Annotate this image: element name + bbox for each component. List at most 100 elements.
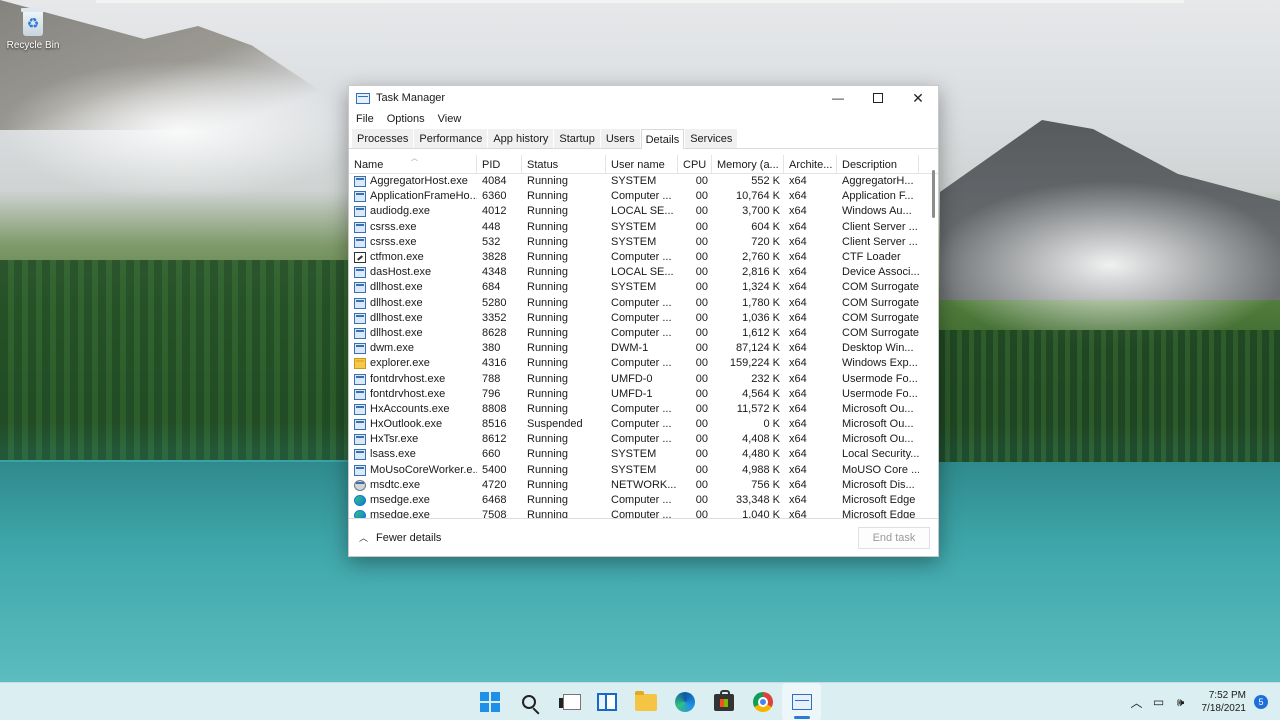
process-pid: 4348: [482, 266, 507, 279]
fewer-details-button[interactable]: ︿ Fewer details: [359, 531, 441, 544]
process-architecture: x64: [789, 190, 807, 203]
table-row[interactable]: dwm.exe 380 Running DWM-1 00 87,124 K x64 Deskt…: [349, 341, 938, 356]
process-pid: 6360: [482, 190, 507, 203]
process-name-cell: audiodg.exe: [349, 204, 477, 219]
title-bar[interactable]: Task Manager — ✕: [349, 86, 938, 110]
app-window-icon: [354, 221, 366, 233]
process-pid: 8612: [482, 433, 507, 446]
clock[interactable]: 7:52 PM 7/18/2021: [1202, 689, 1247, 715]
column-header-memory[interactable]: Memory (a...: [712, 155, 784, 174]
window-title: Task Manager: [376, 92, 446, 104]
show-hidden-icons-chevron-icon[interactable]: ︿: [1126, 694, 1148, 711]
tab-performance[interactable]: Performance: [414, 129, 488, 148]
process-name: lsass.exe: [370, 448, 416, 461]
table-row[interactable]: lsass.exe 660 Running SYSTEM 00 4,480 K x64 Loc…: [349, 447, 938, 462]
app-window-icon: [354, 206, 366, 218]
table-row[interactable]: dllhost.exe 3352 Running Computer ... 00 1,03…: [349, 311, 938, 326]
table-row[interactable]: ctfmon.exe 3828 Running Computer ... 00 2,760…: [349, 250, 938, 265]
network-icon[interactable]: ▭: [1148, 695, 1170, 709]
store-button[interactable]: [704, 683, 743, 720]
volume-icon[interactable]: 🕪: [1170, 695, 1192, 710]
maximize-icon: [873, 93, 883, 103]
task-manager-taskbar-button[interactable]: [782, 683, 821, 720]
column-header-description[interactable]: Description: [837, 155, 919, 174]
process-architecture: x64: [789, 235, 807, 248]
table-row[interactable]: audiodg.exe 4012 Running LOCAL SE... 00 3,700…: [349, 204, 938, 219]
process-cpu: 00: [695, 311, 708, 324]
tab-services[interactable]: Services: [685, 129, 738, 148]
process-status: Running: [527, 205, 568, 218]
notification-badge[interactable]: 5: [1254, 695, 1268, 709]
recycle-bin-shortcut[interactable]: ♻ Recycle Bin: [4, 6, 62, 51]
process-user: Computer ...: [611, 357, 672, 370]
process-pid: 3828: [482, 251, 507, 264]
tab-users[interactable]: Users: [600, 129, 640, 148]
table-row[interactable]: HxTsr.exe 8612 Running Computer ... 00 4,408 …: [349, 432, 938, 447]
table-row[interactable]: csrss.exe 448 Running SYSTEM 00 604 K x64 Clien…: [349, 220, 938, 235]
search-button[interactable]: [509, 683, 548, 720]
process-cpu: 00: [695, 494, 708, 507]
process-status: Suspended: [527, 418, 583, 431]
close-button[interactable]: ✕: [898, 86, 938, 110]
table-row[interactable]: MoUsoCoreWorker.e... 5400 Running SYSTEM 00 4…: [349, 463, 938, 478]
column-header-status[interactable]: Status: [522, 155, 606, 174]
chrome-button[interactable]: [743, 683, 782, 720]
widgets-button[interactable]: [587, 683, 626, 720]
wallpaper-fog: [0, 60, 360, 200]
column-header-architecture[interactable]: Archite...: [784, 155, 837, 174]
table-row[interactable]: AggregatorHost.exe 4084 Running SYSTEM 00 552…: [349, 174, 938, 189]
process-description: COM Surrogate: [842, 281, 919, 294]
process-cpu: 00: [695, 205, 708, 218]
process-name: ctfmon.exe: [370, 251, 424, 264]
table-row[interactable]: HxAccounts.exe 8808 Running Computer ... 00 1…: [349, 402, 938, 417]
process-status: Running: [527, 311, 568, 324]
menu-view[interactable]: View: [438, 113, 462, 125]
process-user: Computer ...: [611, 494, 672, 507]
menu-bar: File Options View: [349, 110, 938, 127]
table-row[interactable]: dllhost.exe 5280 Running Computer ... 00 1,78…: [349, 296, 938, 311]
process-architecture: x64: [789, 266, 807, 279]
column-header-pid[interactable]: PID: [477, 155, 522, 174]
table-row[interactable]: fontdrvhost.exe 796 Running UMFD-1 00 4,564 K…: [349, 387, 938, 402]
table-row[interactable]: msedge.exe 7508 Running Computer ... 00 1,040…: [349, 508, 938, 518]
table-row[interactable]: dasHost.exe 4348 Running LOCAL SE... 00 2,816…: [349, 265, 938, 280]
process-name-cell: dllhost.exe: [349, 326, 477, 341]
edge-button[interactable]: [665, 683, 704, 720]
minimize-button[interactable]: —: [818, 86, 858, 110]
tab-processes[interactable]: Processes: [352, 129, 414, 148]
process-pid: 660: [482, 448, 501, 461]
vertical-scrollbar[interactable]: [929, 166, 938, 518]
column-header-user-name[interactable]: User name: [606, 155, 678, 174]
menu-options[interactable]: Options: [387, 113, 425, 125]
tab-app-history[interactable]: App history: [488, 129, 554, 148]
table-row[interactable]: HxOutlook.exe 8516 Suspended Computer ... 00…: [349, 417, 938, 432]
end-task-button[interactable]: End task: [858, 527, 930, 549]
tab-details[interactable]: Details: [640, 129, 685, 149]
process-architecture: x64: [789, 509, 807, 518]
table-row[interactable]: explorer.exe 4316 Running Computer ... 00 159…: [349, 356, 938, 371]
table-row[interactable]: dllhost.exe 684 Running SYSTEM 00 1,324 K x64 C…: [349, 280, 938, 295]
table-row[interactable]: msdtc.exe 4720 Running NETWORK... 00 756 K x64…: [349, 478, 938, 493]
process-memory: 11,572 K: [736, 402, 780, 415]
start-button[interactable]: [470, 683, 509, 720]
file-explorer-icon: [634, 690, 657, 711]
scrollbar-thumb[interactable]: [932, 170, 935, 218]
table-row[interactable]: fontdrvhost.exe 788 Running UMFD-0 00 232 K x6…: [349, 371, 938, 386]
file-explorer-button[interactable]: [626, 683, 665, 720]
task-view-button[interactable]: [548, 683, 587, 720]
chrome-icon: [752, 692, 773, 712]
system-tray: ︿ ▭ 🕪 7:52 PM 7/18/2021 5: [1126, 683, 1280, 720]
table-row[interactable]: dllhost.exe 8628 Running Computer ... 00 1,61…: [349, 326, 938, 341]
process-name: dllhost.exe: [370, 281, 423, 294]
edge-icon: [354, 510, 366, 518]
process-name-cell: dllhost.exe: [349, 296, 477, 311]
table-row[interactable]: msedge.exe 6468 Running Computer ... 00 33,34…: [349, 493, 938, 508]
maximize-button[interactable]: [858, 86, 898, 110]
process-cpu: 00: [695, 281, 708, 294]
table-row[interactable]: csrss.exe 532 Running SYSTEM 00 720 K x64 Clien…: [349, 235, 938, 250]
column-header-cpu[interactable]: CPU: [678, 155, 712, 174]
table-row[interactable]: ApplicationFrameHo... 6360 Running Computer…: [349, 189, 938, 204]
tab-startup[interactable]: Startup: [554, 129, 600, 148]
menu-file[interactable]: File: [356, 113, 374, 125]
recycle-bin-icon: ♻: [19, 6, 47, 38]
